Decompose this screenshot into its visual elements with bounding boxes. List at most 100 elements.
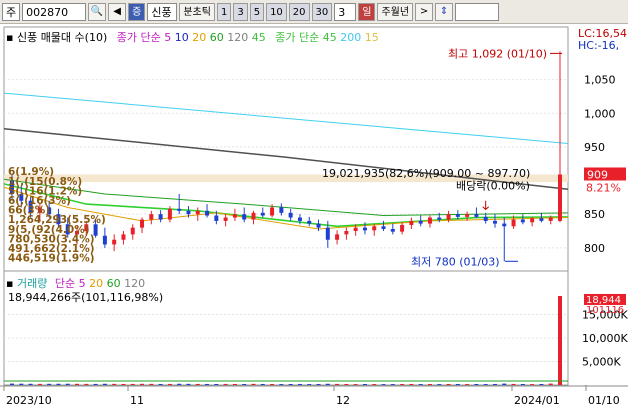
- price-y-tick: 950: [584, 141, 605, 154]
- volume-bar: [548, 383, 553, 385]
- chevron-right-icon[interactable]: >: [415, 2, 434, 21]
- candle-body: [325, 227, 330, 240]
- stock-code-input[interactable]: 002870: [22, 2, 87, 21]
- current-change-label: 8.21%: [586, 181, 621, 194]
- candle-body: [102, 235, 107, 245]
- volume-bar: [558, 295, 562, 385]
- updown-arrow-icon[interactable]: ⇕: [435, 2, 454, 21]
- week-month-year-button[interactable]: 주월년: [377, 2, 414, 21]
- volume-bar: [335, 383, 340, 385]
- dividend-arrow-icon: [482, 200, 490, 211]
- candle-body: [362, 227, 367, 231]
- candle-body: [279, 207, 284, 213]
- period-button-3[interactable]: 3: [233, 2, 248, 21]
- candle-body: [121, 234, 126, 240]
- candle-body: [149, 214, 154, 220]
- price-legend: ▪ 신풍 매물대 수(10) 종가 단순 5 10 20 60 120 45 종…: [6, 31, 379, 44]
- candle-body: [548, 217, 553, 221]
- ma200-legend: 200: [340, 31, 362, 44]
- period-button-20[interactable]: 20: [288, 2, 310, 21]
- candle-body: [260, 212, 265, 216]
- candle-body: [316, 223, 321, 228]
- candle-body: [158, 214, 163, 220]
- volume-bar: [437, 384, 442, 385]
- candle-body: [251, 212, 256, 220]
- volume-y-tick: 5,000K: [582, 356, 621, 369]
- x-axis-label: 12: [336, 394, 350, 407]
- mode-button[interactable]: 증: [128, 2, 146, 21]
- period-value-select[interactable]: 3: [334, 2, 357, 21]
- ma5-legend: 5: [164, 31, 172, 44]
- volume-bar: [102, 383, 107, 385]
- candle-body: [232, 214, 237, 218]
- volume-bar: [409, 383, 414, 385]
- volume-bar: [530, 384, 535, 385]
- ma20-legend: 20: [192, 31, 207, 44]
- candle-body: [400, 224, 405, 232]
- volume-bar: [400, 384, 405, 385]
- ma45-legend: 45: [251, 31, 266, 44]
- candle-body: [195, 210, 200, 215]
- volume-bar: [177, 383, 182, 385]
- candle-body: [418, 220, 423, 224]
- volume-bar: [492, 383, 497, 385]
- volume-bar: [112, 383, 117, 385]
- volume-bar: [260, 383, 265, 385]
- volume-bar: [149, 383, 154, 385]
- x-axis-label: 2024/01: [514, 394, 560, 407]
- volume-bar: [19, 383, 24, 385]
- volume-bar: [455, 384, 460, 385]
- market-select[interactable]: 주: [2, 2, 21, 21]
- candle-body: [474, 214, 479, 217]
- candle-body: [437, 217, 442, 220]
- volume-bar: [316, 384, 321, 385]
- volume-bar: [93, 383, 98, 385]
- period-button-10[interactable]: 10: [266, 2, 287, 21]
- volume-bar: [474, 384, 479, 385]
- volume-bar: [28, 383, 33, 385]
- volume-bar: [372, 384, 377, 385]
- volume-bar: [158, 383, 163, 385]
- period-button-1[interactable]: 1: [216, 2, 232, 21]
- volume-bar: [186, 383, 191, 385]
- candle-body: [530, 218, 535, 223]
- candle-body: [353, 227, 358, 231]
- tick-button[interactable]: 분초틱: [179, 2, 215, 21]
- candle-body: [381, 226, 386, 229]
- candle-body: [483, 216, 488, 221]
- volume-bar: [344, 384, 349, 385]
- volume-bar: [130, 383, 135, 385]
- x-axis-label: 01/10: [588, 394, 620, 407]
- high-price-label: 최고 1,092 (01/10): [448, 47, 547, 60]
- volume-bar: [381, 384, 386, 385]
- volume-bar: [121, 383, 126, 385]
- ma60-legend: 60: [209, 31, 224, 44]
- candle-body: [112, 239, 117, 245]
- extra-input[interactable]: [455, 2, 500, 21]
- speaker-icon[interactable]: ◀: [108, 2, 127, 21]
- chart-area[interactable]: 1,050 1,000 950 850 800 15,000K 10,000K 5,000K 6…: [0, 25, 628, 411]
- chart-svg[interactable]: 1,0501,00095085080015,000K10,000K5,000K6…: [0, 25, 628, 411]
- volume-bar: [353, 384, 358, 385]
- period-button-30[interactable]: 30: [311, 2, 333, 21]
- ma10-legend: 10: [174, 31, 189, 44]
- volume-bar: [214, 384, 219, 385]
- candle-body: [288, 212, 293, 218]
- volume-bar: [37, 383, 42, 385]
- candle-body: [297, 217, 302, 221]
- search-icon[interactable]: 🔍: [88, 2, 107, 21]
- volume-bar: [288, 384, 293, 385]
- period-button-5[interactable]: 5: [249, 2, 265, 21]
- hc-label: HC:-16,: [578, 39, 619, 52]
- price-y-tick: 800: [584, 242, 605, 255]
- price-legend-name: 신풍 매물대 수(10): [16, 31, 108, 44]
- volume-bar: [10, 383, 14, 385]
- volume-bar: [251, 383, 256, 385]
- candle-body: [446, 214, 451, 220]
- x-axis-label: 2023/10: [6, 394, 52, 407]
- daily-button[interactable]: 일: [358, 2, 376, 21]
- volume-bar: [465, 384, 470, 385]
- volume-bar: [502, 383, 507, 385]
- volume-profile-value: 19,021,935(82,6%)(909.00 ~ 897.70): [322, 167, 530, 180]
- price-y-tick: 1,000: [584, 107, 616, 120]
